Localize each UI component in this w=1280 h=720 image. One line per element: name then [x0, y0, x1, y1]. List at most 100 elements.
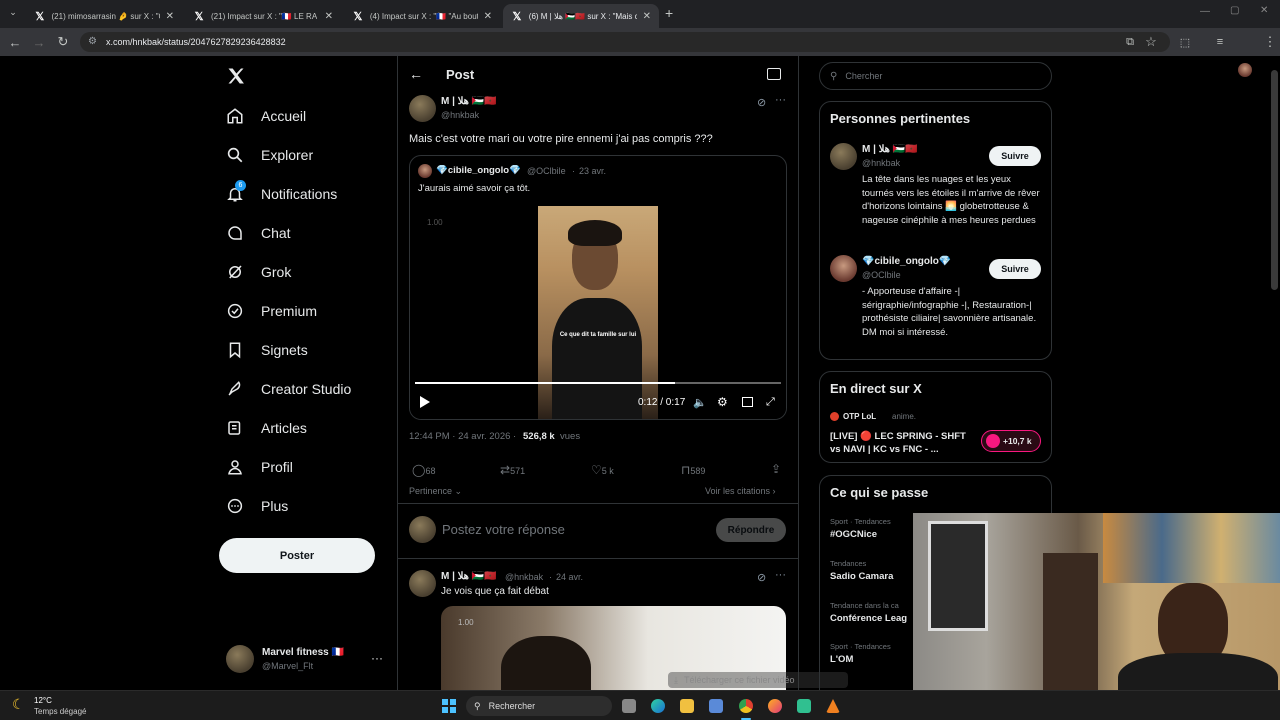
- site-info-icon[interactable]: ⚙: [88, 36, 97, 47]
- search-input[interactable]: ⚲ Chercher: [819, 62, 1052, 90]
- nav-more[interactable]: Plus: [225, 491, 288, 521]
- quote-author-handle: @OClbile: [527, 166, 566, 176]
- post-author-avatar[interactable]: [409, 95, 436, 122]
- maximize-icon[interactable]: ▢: [1230, 5, 1239, 16]
- nav-creator-studio[interactable]: Creator Studio: [225, 374, 351, 404]
- person-name[interactable]: M | ﻫﻠﺎ 🇵🇸🇲🇦: [862, 144, 918, 155]
- browser-tab-2[interactable]: 𝕏 (21) Impact sur X : "🇫🇷 LE RA ✕: [185, 4, 341, 28]
- post-timestamp[interactable]: 12:44 PM · 24 avr. 2026 ·: [409, 431, 516, 442]
- article-icon: [225, 418, 245, 438]
- trend-name[interactable]: L'OM: [830, 654, 853, 665]
- like-action[interactable]: ♡5 k: [591, 463, 614, 477]
- follow-button[interactable]: Suivre: [989, 146, 1041, 166]
- person-handle[interactable]: @OClbile: [862, 270, 901, 280]
- nav-profile[interactable]: Profil: [225, 452, 293, 482]
- close-tab-icon[interactable]: ✕: [484, 11, 492, 22]
- page-scrollbar[interactable]: [1271, 70, 1278, 290]
- account-more-icon[interactable]: ···: [371, 651, 383, 665]
- volume-icon[interactable]: 🔈: [693, 396, 707, 409]
- nav-explore[interactable]: Explorer: [225, 140, 313, 170]
- browser-menu-icon[interactable]: ⋮: [1262, 34, 1278, 50]
- x-logo-icon[interactable]: [226, 66, 248, 88]
- back-arrow-icon[interactable]: ←: [409, 66, 423, 82]
- nav-notifications[interactable]: 6 Notifications: [225, 179, 337, 209]
- extensions-icon[interactable]: ⬚: [1177, 34, 1193, 50]
- browser-tab-4[interactable]: 𝕏 (6) M | ﻫﻠﺎ 🇵🇸🇲🇦 sur X : "Mais c ✕: [503, 4, 659, 28]
- post-author-name[interactable]: M | ﻫﻠﺎ 🇵🇸🇲🇦: [441, 96, 497, 107]
- person-avatar[interactable]: [830, 143, 857, 170]
- nav-premium[interactable]: Premium: [225, 296, 317, 326]
- close-tab-icon[interactable]: ✕: [166, 11, 174, 22]
- post-more-icon[interactable]: ···: [775, 94, 786, 106]
- person-handle[interactable]: @hnkbak: [862, 158, 900, 168]
- grok-post-icon[interactable]: ⊘: [757, 571, 766, 584]
- live-panel: En direct sur X OTP LoL anime. [LIVE] 🔴 …: [819, 371, 1052, 463]
- nav-bookmarks[interactable]: Signets: [225, 335, 308, 365]
- firefox-icon[interactable]: [768, 699, 782, 713]
- nav-grok[interactable]: Grok: [225, 257, 291, 287]
- live-title[interactable]: [LIVE] 🔴 LEC SPRING - SHFT vs NAVI | KC …: [830, 430, 975, 456]
- reply-more-icon[interactable]: ···: [775, 569, 786, 581]
- repost-action[interactable]: ⇄571: [500, 463, 525, 477]
- reply-action[interactable]: ◯68: [412, 463, 435, 477]
- browser-tab-3[interactable]: 𝕏 (4) Impact sur X : "🇫🇷 "Au bout ✕: [344, 4, 500, 28]
- nav-chat[interactable]: Chat: [225, 218, 291, 248]
- video-player[interactable]: 1.00 Ce que dit ta famille sur lui 0:12 …: [410, 200, 786, 419]
- chrome-icon[interactable]: [739, 699, 753, 713]
- taskbar-search[interactable]: ⚲ Rechercher: [466, 696, 612, 716]
- url-field[interactable]: ⚙ x.com/hnkbak/status/204762782923642883…: [80, 32, 1170, 52]
- x-logo-icon: 𝕏: [353, 10, 363, 23]
- reload-icon[interactable]: ↻: [55, 34, 71, 50]
- video-progress-track[interactable]: [415, 382, 781, 384]
- file-explorer-icon[interactable]: [680, 699, 694, 713]
- share-icon[interactable]: ⇪: [771, 462, 781, 476]
- reply-author-avatar[interactable]: [409, 570, 436, 597]
- edge-icon[interactable]: [651, 699, 665, 713]
- trend-name[interactable]: Conférence Leag: [830, 613, 907, 624]
- start-icon[interactable]: [442, 699, 456, 713]
- back-icon[interactable]: ←: [7, 34, 23, 50]
- close-window-icon[interactable]: ✕: [1260, 5, 1268, 16]
- forward-icon[interactable]: →: [31, 34, 47, 50]
- nav-articles[interactable]: Articles: [225, 413, 307, 443]
- vlc-icon[interactable]: [826, 699, 840, 713]
- reply-author-name[interactable]: M | ﻫﻠﺎ 🇵🇸🇲🇦: [441, 571, 497, 582]
- fullscreen-icon[interactable]: ⤢: [766, 396, 775, 409]
- close-tab-icon[interactable]: ✕: [643, 11, 651, 22]
- tab-list-icon[interactable]: ⌄: [6, 7, 20, 21]
- sort-relevance[interactable]: Pertinence ⌄: [409, 486, 462, 497]
- post-author-handle[interactable]: @hnkbak: [441, 110, 479, 120]
- play-icon[interactable]: [420, 396, 430, 408]
- weather-icon[interactable]: ☾: [12, 696, 25, 713]
- bookmark-action[interactable]: ⊓589: [681, 463, 705, 477]
- profile-avatar[interactable]: [1238, 63, 1252, 77]
- close-tab-icon[interactable]: ✕: [325, 11, 333, 22]
- settings-icon[interactable]: ⚙: [717, 395, 728, 409]
- reply-input[interactable]: Postez votre réponse: [442, 522, 565, 537]
- minimize-icon[interactable]: —: [1200, 6, 1210, 17]
- task-view-icon[interactable]: [622, 699, 636, 713]
- live-host-name[interactable]: OTP LoL: [843, 412, 876, 421]
- account-switcher[interactable]: Marvel fitness 🇫🇷 @Marvel_Flt ···: [226, 645, 386, 675]
- reader-mode-icon[interactable]: [767, 68, 781, 80]
- reply-button[interactable]: Répondre: [716, 518, 786, 542]
- person-avatar[interactable]: [830, 255, 857, 282]
- follow-button[interactable]: Suivre: [989, 259, 1041, 279]
- install-app-icon[interactable]: ⧉: [1122, 34, 1138, 50]
- see-quotes-link[interactable]: Voir les citations ›: [705, 486, 776, 496]
- bookmark-star-icon[interactable]: ☆: [1143, 34, 1159, 50]
- live-count-badge[interactable]: +10,7 k: [981, 430, 1041, 452]
- post-button[interactable]: Poster: [219, 538, 375, 573]
- new-tab-icon[interactable]: +: [665, 5, 673, 21]
- grok-post-icon[interactable]: ⊘: [757, 96, 766, 109]
- person-name[interactable]: 💎cibile_ongolo💎: [862, 256, 951, 267]
- pip-icon[interactable]: [742, 397, 753, 407]
- reply-author-handle[interactable]: @hnkbak: [505, 572, 543, 582]
- browser-tab-1[interactable]: 𝕏 (21) mimosarrasin 🤌 sur X : "C ✕: [26, 4, 182, 28]
- nav-home[interactable]: Accueil: [225, 101, 306, 131]
- app-icon[interactable]: [797, 699, 811, 713]
- trend-name[interactable]: #OGCNice: [830, 529, 877, 540]
- reading-list-icon[interactable]: ≡: [1212, 34, 1228, 50]
- trend-name[interactable]: Sadio Camara: [830, 571, 893, 582]
- store-icon[interactable]: [709, 699, 723, 713]
